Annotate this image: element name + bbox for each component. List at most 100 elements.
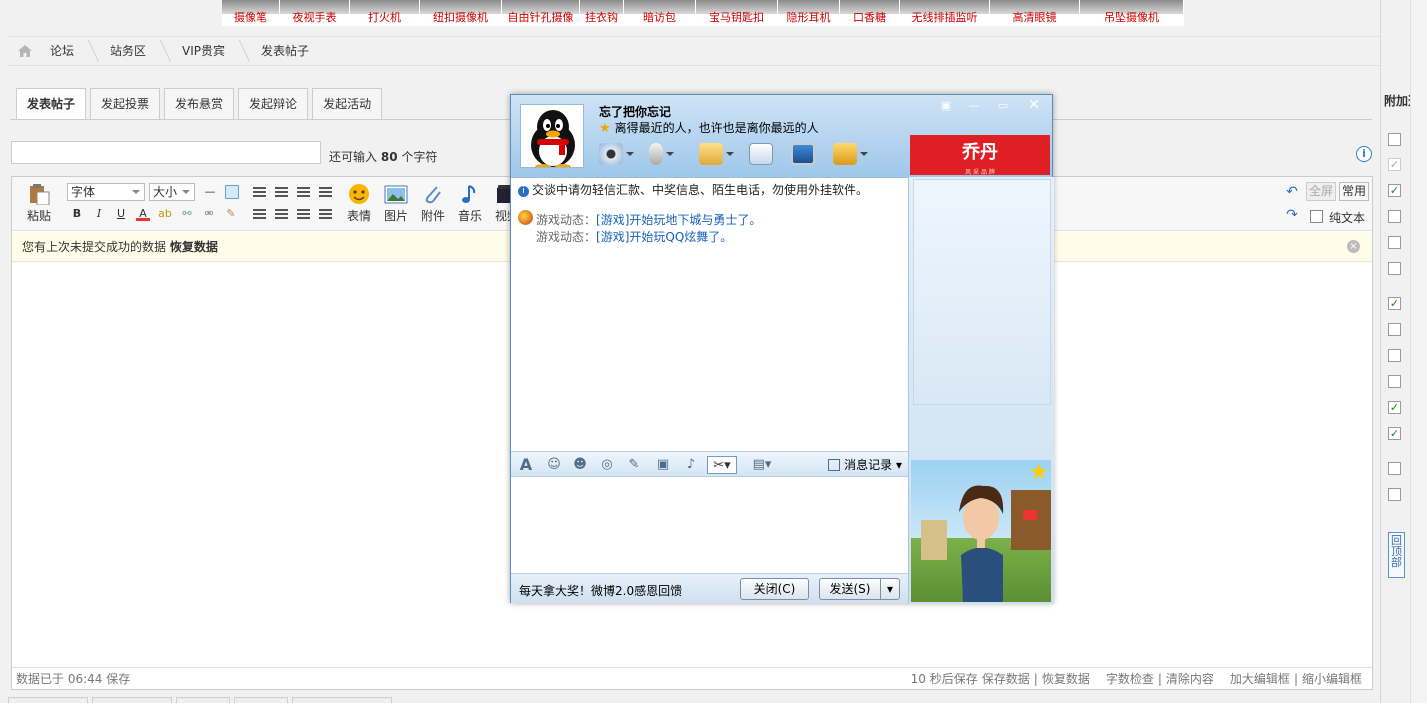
- restore-data-link[interactable]: 恢复数据: [1042, 669, 1090, 689]
- option-checkbox[interactable]: [1388, 349, 1401, 362]
- send-options-button[interactable]: ▾: [880, 578, 900, 600]
- back-to-top-button[interactable]: 回顶部: [1388, 532, 1405, 578]
- ad-item[interactable]: 挂衣钩: [580, 0, 624, 26]
- fullscreen-button[interactable]: 全屏: [1306, 182, 1336, 201]
- clear-format-icon[interactable]: ✎: [224, 207, 238, 221]
- music-button[interactable]: 音乐: [453, 183, 487, 224]
- breadcrumb-station[interactable]: 站务区: [96, 37, 168, 65]
- apps-button[interactable]: [833, 141, 868, 167]
- ad-item[interactable]: 吊坠摄像机: [1080, 0, 1184, 26]
- word-count-link[interactable]: 字数检查: [1106, 669, 1154, 689]
- info-icon[interactable]: i: [1356, 146, 1372, 162]
- ad-item[interactable]: 高清眼镜: [990, 0, 1080, 26]
- tab-poll[interactable]: 发起投票: [90, 88, 161, 119]
- link-icon[interactable]: ⚯: [180, 207, 194, 221]
- ad-item[interactable]: 夜视手表: [280, 0, 350, 26]
- message-input[interactable]: [511, 477, 908, 573]
- restore-link[interactable]: 恢复数据: [170, 240, 218, 254]
- message-link[interactable]: [游戏]开始玩QQ炫舞了。: [596, 230, 732, 244]
- bottom-button[interactable]: [176, 697, 230, 703]
- subject-input[interactable]: [11, 141, 321, 164]
- sms-button[interactable]: [749, 141, 773, 167]
- nudge-icon[interactable]: ◎: [598, 456, 616, 474]
- maximize-icon[interactable]: ▭: [992, 99, 1014, 113]
- option-checkbox[interactable]: [1388, 236, 1401, 249]
- minimize-icon[interactable]: —: [963, 99, 985, 113]
- ad-item[interactable]: 摄像笔: [222, 0, 280, 26]
- clear-content-link[interactable]: 清除内容: [1166, 669, 1214, 689]
- music-icon[interactable]: ♪: [682, 456, 700, 474]
- ad-item[interactable]: 口香糖: [840, 0, 900, 26]
- option-checkbox[interactable]: [1388, 262, 1401, 275]
- send-button[interactable]: 发送(S): [819, 578, 880, 600]
- ad-item[interactable]: 无线排插监听: [900, 0, 990, 26]
- option-checkbox[interactable]: ✓: [1388, 158, 1401, 171]
- option-checkbox[interactable]: ✓: [1388, 401, 1401, 414]
- font-select[interactable]: 字体: [67, 183, 145, 201]
- breadcrumb-forum[interactable]: 论坛: [36, 37, 96, 65]
- tab-new-post[interactable]: 发表帖子: [16, 88, 87, 120]
- shrink-editor-link[interactable]: 缩小编辑框: [1302, 669, 1362, 689]
- bottom-button[interactable]: [8, 697, 88, 703]
- video-call-button[interactable]: [599, 141, 634, 167]
- undo-icon[interactable]: ↶: [1285, 185, 1299, 199]
- underline-icon[interactable]: U: [114, 207, 128, 221]
- ordered-list-icon[interactable]: [297, 209, 310, 220]
- float-left-icon[interactable]: [253, 209, 266, 220]
- paste-button[interactable]: 粘贴: [22, 183, 56, 224]
- italic-icon[interactable]: I: [92, 207, 106, 221]
- common-button[interactable]: 常用: [1339, 182, 1369, 201]
- handwriting-icon[interactable]: ✎: [625, 456, 643, 474]
- option-checkbox[interactable]: [1388, 462, 1401, 475]
- option-checkbox[interactable]: [1388, 375, 1401, 388]
- size-select[interactable]: 大小: [149, 183, 195, 201]
- breadcrumb-vip[interactable]: VIP贵宾: [168, 37, 247, 65]
- jordan-ad-banner[interactable]: 乔丹风 采 品 牌: [910, 135, 1050, 176]
- remote-desktop-button[interactable]: [791, 141, 815, 167]
- ad-item[interactable]: 宝马钥匙扣: [696, 0, 778, 26]
- magic-emoji-icon[interactable]: ☻: [571, 456, 589, 474]
- emoji-icon[interactable]: ☺: [545, 456, 563, 474]
- table-icon[interactable]: [225, 185, 239, 199]
- close-icon[interactable]: ✕: [1023, 98, 1045, 113]
- voice-call-button[interactable]: [649, 141, 674, 167]
- bottom-button[interactable]: [292, 697, 392, 703]
- ad-item[interactable]: 暗访包: [624, 0, 696, 26]
- send-file-button[interactable]: [699, 141, 734, 167]
- font-color-icon[interactable]: A: [136, 207, 150, 221]
- close-icon[interactable]: ×: [1347, 240, 1360, 253]
- message-link[interactable]: [游戏]开始玩地下城与勇士了。: [596, 213, 761, 227]
- hr-icon[interactable]: —: [203, 185, 217, 199]
- ad-item[interactable]: 打火机: [350, 0, 420, 26]
- toolbox-icon[interactable]: ▤▾: [747, 456, 777, 474]
- plain-text-checkbox[interactable]: [1310, 210, 1323, 223]
- tab-activity[interactable]: 发起活动: [312, 88, 383, 119]
- align-right-icon[interactable]: [297, 187, 310, 198]
- qq-show-avatar[interactable]: ★: [911, 460, 1051, 602]
- save-data-link[interactable]: 保存数据: [982, 669, 1030, 689]
- font-icon[interactable]: A: [517, 456, 535, 474]
- tab-debate[interactable]: 发起辩论: [238, 88, 309, 119]
- option-checkbox[interactable]: ✓: [1388, 184, 1401, 197]
- align-left-icon[interactable]: [253, 187, 266, 198]
- menu-icon[interactable]: ▣: [935, 99, 957, 113]
- promo-tip[interactable]: 每天拿大奖！微博2.0感恩回馈: [519, 582, 682, 599]
- emoticon-button[interactable]: 表情: [342, 183, 376, 224]
- ad-item[interactable]: 自由针孔摄像: [502, 0, 580, 26]
- image-button[interactable]: 图片: [379, 183, 413, 224]
- align-justify-icon[interactable]: [319, 187, 332, 198]
- tab-reward[interactable]: 发布悬赏: [164, 88, 235, 119]
- bottom-button[interactable]: [92, 697, 172, 703]
- ad-item[interactable]: 隐形耳机: [778, 0, 840, 26]
- option-checkbox[interactable]: [1388, 210, 1401, 223]
- align-center-icon[interactable]: [275, 187, 288, 198]
- attachment-button[interactable]: 附件: [416, 183, 450, 224]
- home-icon[interactable]: [18, 45, 32, 57]
- bold-icon[interactable]: B: [70, 207, 84, 221]
- unordered-list-icon[interactable]: [319, 209, 332, 220]
- float-right-icon[interactable]: [275, 209, 288, 220]
- option-checkbox[interactable]: [1388, 323, 1401, 336]
- message-record-button[interactable]: 消息记录 ▾: [828, 456, 902, 474]
- bottom-button[interactable]: [234, 697, 288, 703]
- close-button[interactable]: 关闭(C): [740, 578, 809, 600]
